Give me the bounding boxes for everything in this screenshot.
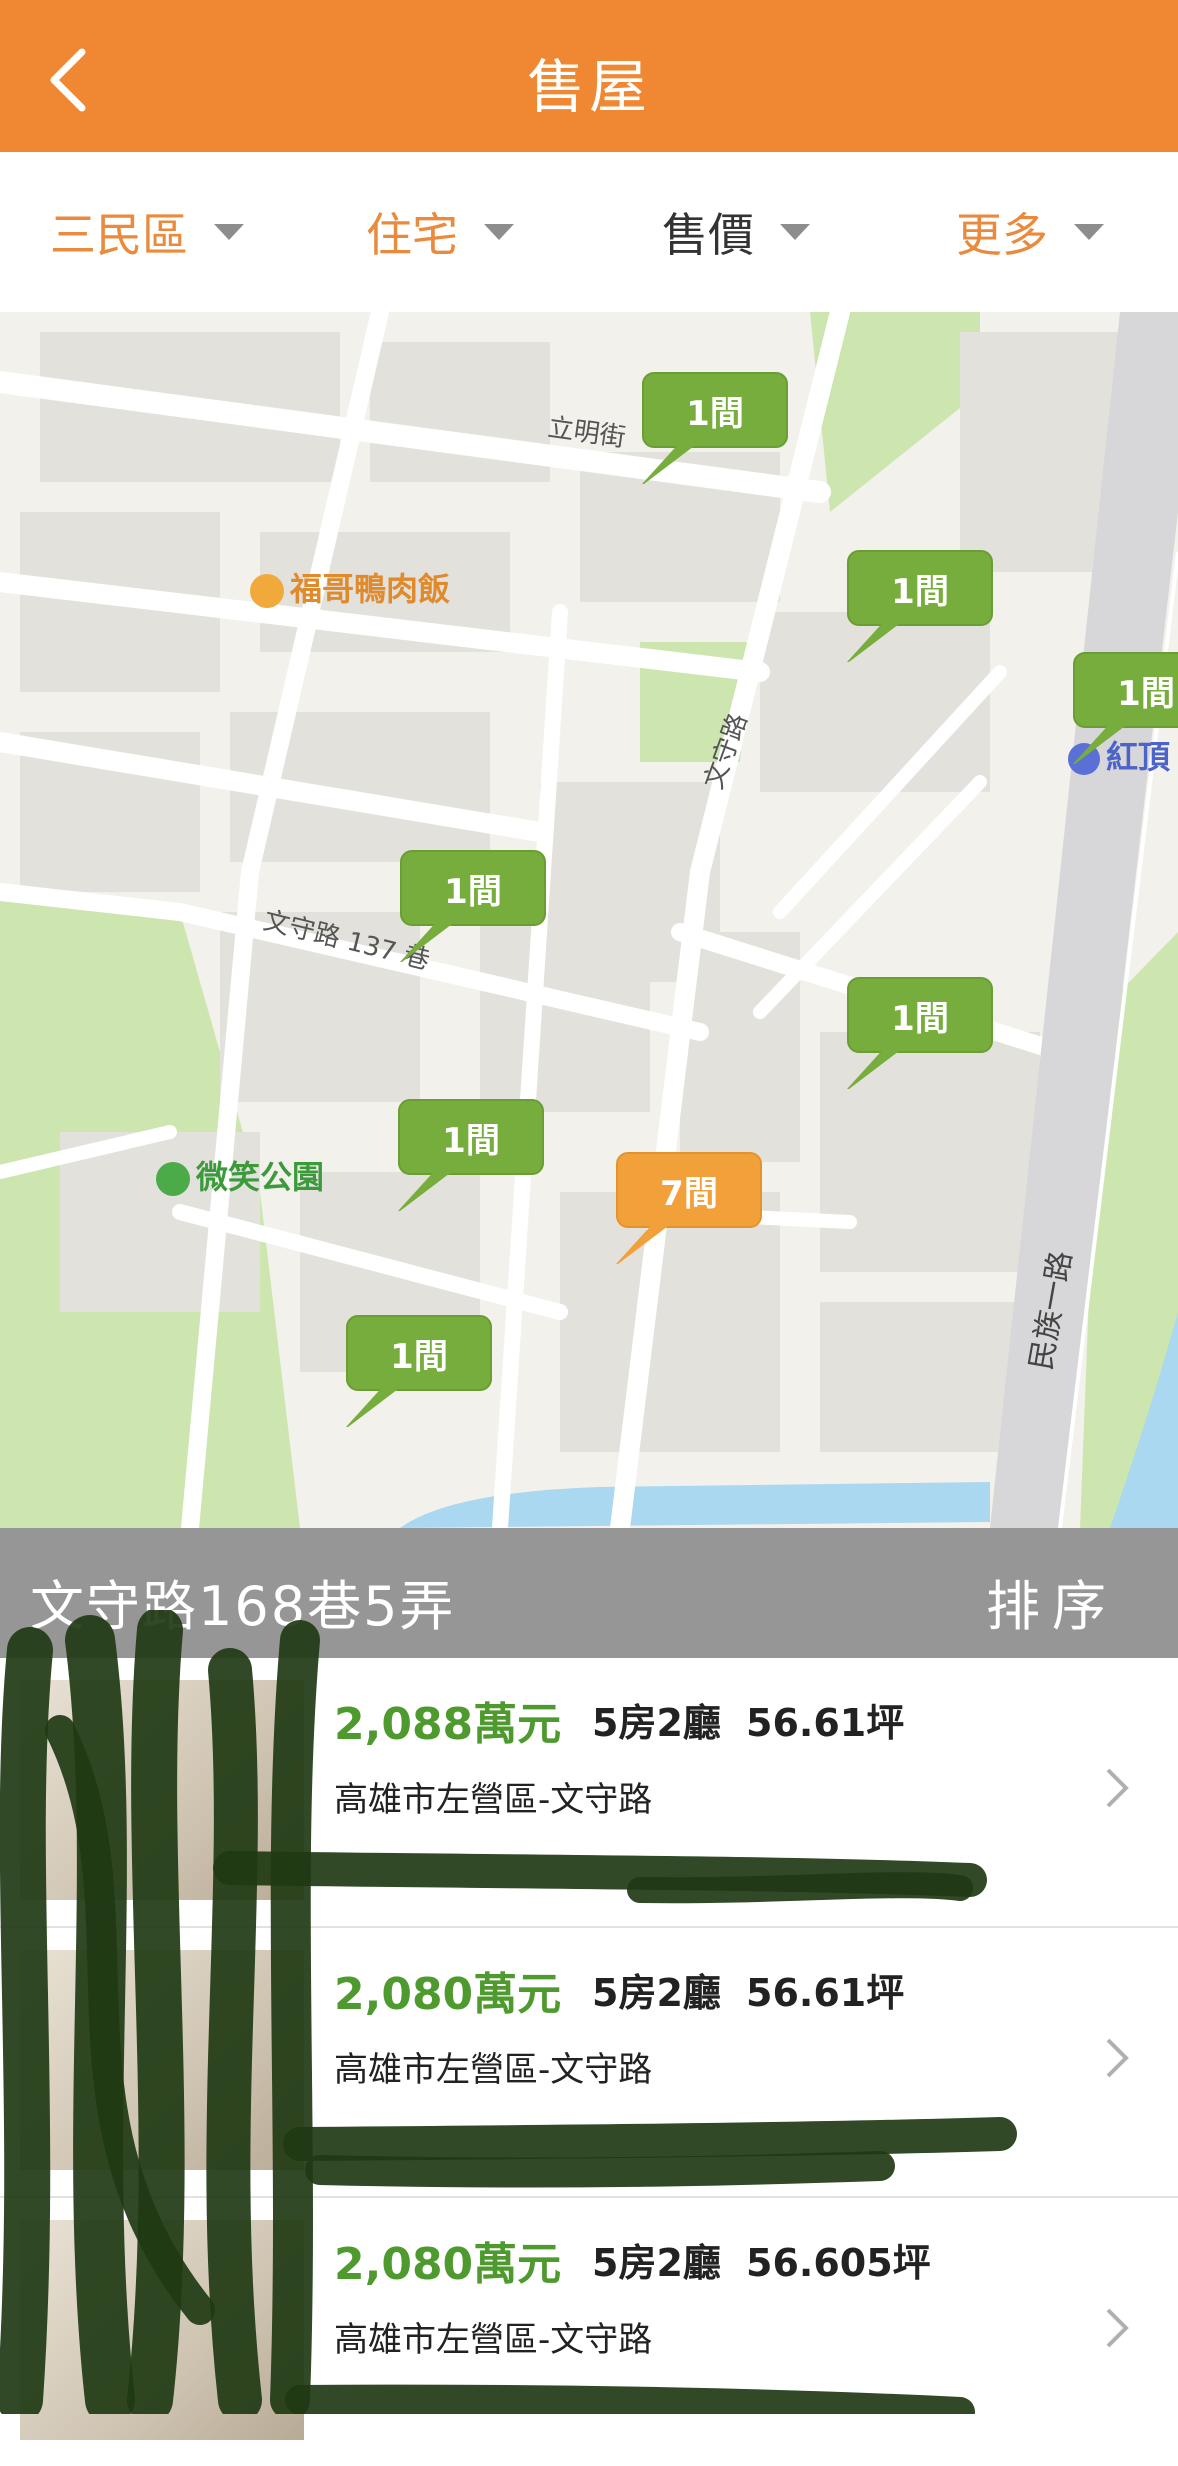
map-base bbox=[0, 312, 1178, 1528]
pin-count: 1間 bbox=[642, 372, 788, 448]
pin-count: 1間 bbox=[398, 1099, 544, 1175]
listing-price: 2,088萬元 bbox=[334, 1699, 562, 1750]
listing-price: 2,080萬元 bbox=[334, 1969, 562, 2020]
filter-label: 售價 bbox=[662, 208, 754, 262]
listing-photo bbox=[20, 1680, 304, 1900]
filter-district[interactable]: 三民區 bbox=[50, 202, 244, 262]
listing-photo bbox=[20, 2220, 304, 2440]
listing-rooms: 5房2廳 bbox=[592, 1701, 721, 1745]
poi-label: 微笑公園 bbox=[196, 1158, 325, 1196]
list-item[interactable]: 2,080萬元 5房2廳 56.61坪 高雄市左營區-文守路 bbox=[0, 1928, 1178, 2198]
pin-tail bbox=[346, 1383, 406, 1427]
poi-park[interactable]: 微笑公園 bbox=[156, 1152, 324, 1198]
map-view[interactable]: 立明街 文守路 文守路 137 巷 民族一路 福哥鴨肉飯 微笑公園 紅頂 1間 … bbox=[0, 312, 1178, 1528]
filter-more[interactable]: 更多 bbox=[956, 202, 1104, 262]
caret-down-icon bbox=[214, 224, 244, 240]
pin-tail bbox=[1073, 720, 1133, 764]
address-bar: 文守路168巷5弄 排序 bbox=[0, 1528, 1178, 1658]
pin-tail bbox=[642, 440, 702, 484]
pin-tail bbox=[398, 1167, 458, 1211]
pin-count: 1間 bbox=[1073, 652, 1178, 728]
listing-area: 56.605坪 bbox=[746, 2241, 931, 2285]
caret-down-icon bbox=[1074, 224, 1104, 240]
page-title: 售屋 bbox=[526, 53, 651, 121]
listing-rooms: 5房2廳 bbox=[592, 2241, 721, 2285]
park-icon bbox=[156, 1162, 190, 1196]
caret-down-icon bbox=[484, 224, 514, 240]
listing-photo bbox=[20, 1950, 304, 2170]
pin-count: 1間 bbox=[400, 850, 546, 926]
listing-location: 高雄市左營區-文守路 bbox=[334, 1780, 653, 1820]
filter-label: 住宅 bbox=[366, 208, 458, 262]
listing-price: 2,080萬元 bbox=[334, 2239, 562, 2290]
pin-tail bbox=[616, 1220, 676, 1264]
poi-label: 福哥鴨肉飯 bbox=[290, 570, 451, 608]
caret-down-icon bbox=[780, 224, 810, 240]
list-item[interactable]: 2,080萬元 5房2廳 56.605坪 高雄市左營區-文守路 bbox=[0, 2198, 1178, 2466]
selected-address: 文守路168巷5弄 bbox=[30, 1575, 456, 1638]
listing-area: 56.61坪 bbox=[746, 1971, 905, 2015]
listing-rooms: 5房2廳 bbox=[592, 1971, 721, 2015]
pin-count: 1間 bbox=[847, 550, 993, 626]
listing-location: 高雄市左營區-文守路 bbox=[334, 2050, 653, 2090]
listing-list: 2,088萬元 5房2廳 56.61坪 高雄市左營區-文守路 2,080萬元 5… bbox=[0, 1658, 1178, 2440]
chevron-right-icon bbox=[1106, 2038, 1129, 2078]
listing-area: 56.61坪 bbox=[746, 1701, 905, 1745]
top-bar: 售屋 bbox=[0, 0, 1178, 152]
chevron-right-icon bbox=[1106, 2308, 1129, 2348]
pin-tail bbox=[847, 618, 907, 662]
pin-tail bbox=[847, 1045, 907, 1089]
filter-bar: 三民區 住宅 售價 更多 bbox=[0, 152, 1178, 313]
pin-count: 7間 bbox=[616, 1152, 762, 1228]
pin-count: 1間 bbox=[346, 1315, 492, 1391]
filter-label: 更多 bbox=[956, 208, 1048, 262]
pin-count: 1間 bbox=[847, 977, 993, 1053]
filter-property-type[interactable]: 住宅 bbox=[366, 202, 514, 262]
restaurant-icon bbox=[250, 574, 284, 608]
filter-price[interactable]: 售價 bbox=[662, 202, 810, 262]
chevron-right-icon bbox=[1106, 1768, 1129, 1808]
listing-location: 高雄市左營區-文守路 bbox=[334, 2320, 653, 2360]
sort-button[interactable]: 排序 bbox=[986, 1562, 1118, 1641]
list-item[interactable]: 2,088萬元 5房2廳 56.61坪 高雄市左營區-文守路 bbox=[0, 1658, 1178, 1928]
filter-label: 三民區 bbox=[50, 208, 188, 262]
pin-tail bbox=[400, 918, 460, 962]
poi-restaurant[interactable]: 福哥鴨肉飯 bbox=[250, 564, 450, 610]
